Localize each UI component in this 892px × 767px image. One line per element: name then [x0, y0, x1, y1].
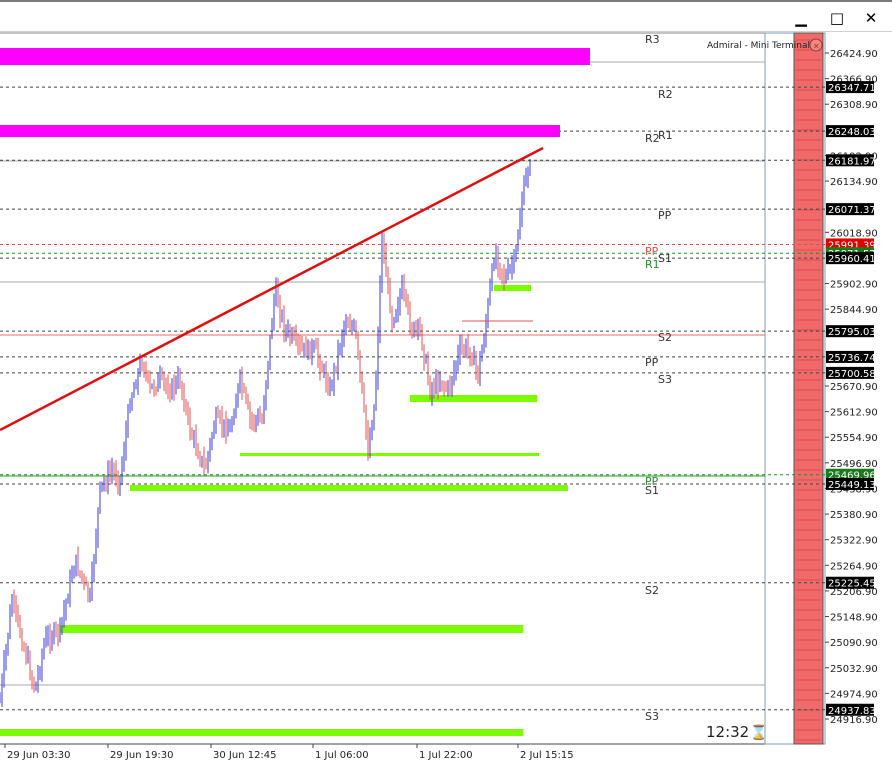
price-tick-label: 26134.90 — [830, 177, 878, 188]
close-icon: ✕ — [864, 9, 878, 27]
price-tag: 25225.45 — [828, 579, 876, 590]
price-tick-label: 26424.90 — [830, 49, 878, 60]
pivot-label-pp-red: PP — [645, 245, 659, 258]
price-tag: 25700.58 — [828, 369, 876, 380]
price-tag: 26248.03 — [828, 127, 876, 138]
pivot-label-s2: S2 — [658, 331, 672, 344]
price-tag: 26347.71 — [828, 83, 876, 94]
time-axis-label: 1 Jul 06:00 — [315, 750, 369, 761]
maximize-button[interactable]: □ — [822, 6, 852, 30]
price-tick-label: 26308.90 — [830, 100, 878, 111]
minimize-button[interactable]: ▁ — [786, 6, 816, 30]
close-button[interactable]: ✕ — [856, 6, 886, 30]
price-tick-label: 25902.90 — [830, 280, 878, 291]
price-tick-label: 25090.90 — [830, 638, 878, 649]
price-tick-label: 25032.90 — [830, 664, 878, 675]
price-tag: 25449.13 — [828, 480, 876, 491]
minimize-icon: ▁ — [795, 9, 807, 27]
pivot-label-s3: S3 — [658, 373, 672, 386]
price-chart[interactable]: R3 R2 R2 R1 PP PP S1 R1 S2 PP S3 PP S1 S… — [0, 32, 892, 767]
pivot-label-pp: PP — [658, 209, 672, 222]
time-axis-label: 2 Jul 15:15 — [520, 750, 574, 761]
terminal-close-glyph: ✕ — [813, 42, 820, 51]
maximize-icon: □ — [829, 9, 845, 27]
price-tick-label: 25380.90 — [830, 510, 878, 521]
price-tag: 25960.41 — [828, 254, 876, 265]
price-tick-label: 25322.90 — [830, 536, 878, 547]
price-tag: 25736.74 — [828, 353, 876, 364]
hourglass-icon: ⌛ — [750, 724, 767, 741]
price-candles — [0, 159, 531, 707]
pivot-label-r1: R1 — [658, 129, 673, 142]
time-axis-label: 29 Jun 03:30 — [7, 750, 71, 761]
trendline[interactable] — [0, 146, 544, 432]
price-tag: 25795.03 — [828, 327, 876, 338]
time-axis-label: 30 Jun 12:45 — [213, 750, 277, 761]
clock-display: 12:32 — [706, 723, 749, 741]
price-tick-label: 25264.90 — [830, 561, 878, 572]
support-zone-3 — [240, 453, 539, 456]
price-tick-label: 25496.90 — [830, 459, 878, 470]
price-tick-label: 25612.90 — [830, 408, 878, 419]
time-axis-label: 1 Jul 22:00 — [419, 750, 473, 761]
price-tick-label: 25670.90 — [830, 382, 878, 393]
pivot-label-pp-b: PP — [645, 356, 659, 369]
support-zone-6 — [0, 729, 523, 736]
time-axis-label: 29 Jun 19:30 — [110, 750, 174, 761]
pivot-label-s1-b: S1 — [645, 484, 659, 497]
pivot-label-s3-b: S3 — [645, 710, 659, 723]
price-tick-label: 25554.90 — [830, 433, 878, 444]
support-zone-2 — [410, 395, 537, 402]
price-tick-label: 25844.90 — [830, 305, 878, 316]
resistance-zone-top — [0, 48, 590, 65]
support-zone-5 — [60, 625, 523, 633]
terminal-label: Admiral - Mini Terminal — [707, 41, 810, 51]
pivot-label-r2: R2 — [658, 88, 673, 101]
pivot-label-s2-b: S2 — [645, 584, 659, 597]
time-axis-labels: 29 Jun 03:30 29 Jun 19:30 30 Jun 12:45 1 Ju… — [4, 744, 574, 761]
price-tick-label: 26018.90 — [830, 228, 878, 239]
price-tag: 24937.83 — [828, 706, 876, 717]
support-zone-4 — [130, 485, 568, 491]
price-tag: 26071.37 — [828, 205, 876, 216]
window-titlebar: ▁ □ ✕ — [0, 0, 892, 32]
pivot-label-r3: R3 — [645, 33, 660, 46]
price-axis-ticks: 26424.9026366.9026308.9026192.9026134.90… — [825, 49, 878, 726]
pivot-label-r1-green: R1 — [645, 258, 660, 271]
price-tick-label: 24974.90 — [830, 689, 878, 700]
pivot-lines — [0, 61, 825, 711]
support-zone-1 — [494, 285, 531, 291]
pivot-label-s1: S1 — [658, 252, 672, 265]
price-tag: 26181.97 — [828, 156, 876, 167]
resistance-zone-2 — [0, 125, 560, 137]
price-tick-label: 25148.90 — [830, 613, 878, 624]
